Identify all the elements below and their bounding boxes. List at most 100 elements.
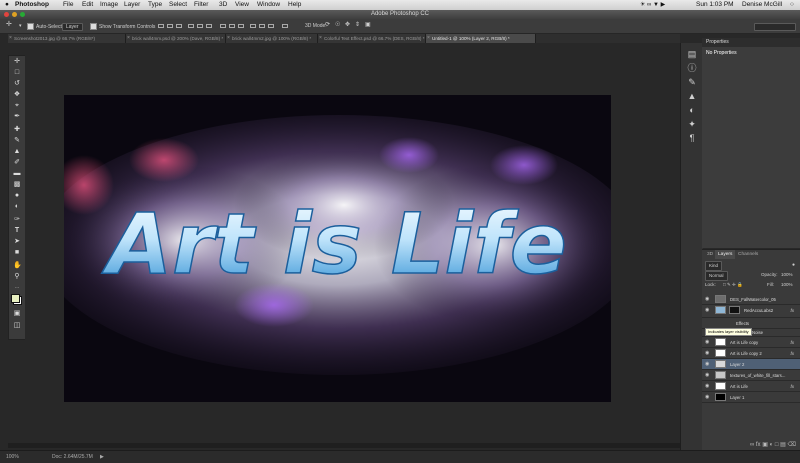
shape-tool-icon[interactable]: ■ [13,249,21,257]
paragraph-panel-icon[interactable]: ¶ [687,133,697,143]
type-tool-icon[interactable]: T [13,227,21,235]
document-size[interactable]: Doc: 2.64M/25.7M [52,451,93,463]
layer-effects-icon[interactable]: fx [790,337,794,348]
menu-file[interactable]: File [63,0,73,10]
lock-icons[interactable]: □ ✎ ✛ 🔒 [723,281,743,289]
auto-select-dropdown[interactable]: Layer [62,23,83,31]
align-bottom-icon[interactable] [176,24,182,28]
show-transform-checkbox[interactable]: Show Transform Controls [90,23,155,30]
visibility-eye-icon[interactable]: ◉ [705,373,710,378]
status-icons[interactable]: ☀ ∞ ▼ ▶ [640,0,665,10]
adjustments-panel-icon[interactable]: ◐ [687,105,697,115]
menu-help[interactable]: Help [288,0,301,10]
add-mask-icon[interactable]: ▣ [762,442,768,448]
workspace-switcher[interactable] [754,23,796,31]
distribute-right-icon[interactable] [268,24,274,28]
clone-source-icon[interactable]: ▲ [687,91,697,101]
distribute-middle-icon[interactable] [229,24,235,28]
more-tools-icon[interactable]: ⋯ [13,284,21,292]
brush-panel-icon[interactable]: ✎ [687,77,697,87]
visibility-eye-icon[interactable]: ◉ [705,340,710,345]
adjustment-layer-icon[interactable]: ◐ [770,442,774,448]
menu-layer[interactable]: Layer [124,0,140,10]
menu-view[interactable]: View [235,0,249,10]
blur-tool-icon[interactable]: ● [13,192,21,200]
visibility-eye-icon[interactable]: ◉ [705,384,710,389]
menu-window[interactable]: Window [257,0,280,10]
close-window-button[interactable] [4,12,9,17]
styles-panel-icon[interactable]: ✦ [687,119,697,129]
delete-layer-icon[interactable]: ⌫ [788,442,796,448]
3d-scale-icon[interactable]: ▣ [365,22,371,28]
tab-brick-wall-2[interactable]: × brick wall4mm2.jpg @ 100% (RGB/8) * [226,34,318,43]
tab-untitled-1[interactable]: × Untitled-1 @ 100% (Layer 2, RGB/8) * [426,34,536,43]
menu-image[interactable]: Image [100,0,118,10]
history-brush-tool-icon[interactable]: ✐ [13,159,21,167]
layer-row[interactable]: ◉ Art is Life copy fx [702,337,800,348]
3d-rotate-icon[interactable]: ⟳ [325,22,330,28]
align-right-icon[interactable] [206,24,212,28]
eyedropper-tool-icon[interactable]: ✒ [13,113,21,121]
gradient-tool-icon[interactable]: ▩ [13,181,21,189]
close-tab-icon[interactable]: × [319,34,322,43]
screen-mode-icon[interactable]: ◫ [13,322,21,330]
align-left-icon[interactable] [188,24,194,28]
distribute-center-icon[interactable] [259,24,265,28]
align-center-icon[interactable] [197,24,203,28]
visibility-eye-icon[interactable]: ◉ [705,362,710,367]
opacity-value[interactable]: 100% [781,271,793,279]
align-middle-icon[interactable] [167,24,173,28]
layer-row-selected[interactable]: ◉ Layer 2 [702,359,800,370]
visibility-eye-icon[interactable]: ◉ [705,308,710,313]
brush-tool-icon[interactable]: ✎ [13,137,21,145]
menu-filter[interactable]: Filter [194,0,208,10]
lasso-tool-icon[interactable]: ↺ [13,80,21,88]
pen-tool-icon[interactable]: ✑ [13,216,21,224]
healing-brush-tool-icon[interactable]: ✚ [13,126,21,134]
align-top-icon[interactable] [158,24,164,28]
distribute-left-icon[interactable] [250,24,256,28]
layer-row[interactable]: ◉ Art is Life fx [702,381,800,392]
new-group-icon[interactable]: □ [775,442,779,448]
layer-kind-filter[interactable]: Kind [705,261,723,271]
horizontal-scrollbar[interactable] [8,443,680,448]
visibility-eye-icon[interactable]: ◉ [705,395,710,400]
link-layers-icon[interactable]: ∞ [750,442,754,448]
quick-mask-icon[interactable]: ▣ [13,310,21,318]
zoom-tool-icon[interactable]: ⚲ [13,273,21,281]
menu-edit[interactable]: Edit [82,0,93,10]
image-canvas[interactable]: Art is Life [64,95,611,402]
menu-3d[interactable]: 3D [219,0,227,10]
tab-colorful-text[interactable]: × Colorful Text Effect.psd @ 66.7% (DES, … [318,34,426,43]
layer-row[interactable]: ◉ Layer 1 [702,392,800,403]
zoom-level[interactable]: 100% [6,451,19,463]
visibility-eye-icon[interactable]: ◉ [705,351,710,356]
history-panel-icon[interactable]: ▤ [687,49,697,59]
zoom-window-button[interactable] [20,12,25,17]
layer-effects-icon[interactable]: fx [790,348,794,359]
close-tab-icon[interactable]: × [227,34,230,43]
close-tab-icon[interactable]: × [127,34,130,43]
menu-select[interactable]: Select [169,0,187,10]
app-menu[interactable]: Photoshop [15,0,49,10]
close-tab-icon[interactable]: × [9,34,12,43]
fill-value[interactable]: 100% [781,281,793,289]
eraser-tool-icon[interactable]: ▬ [13,170,21,178]
visibility-eye-icon[interactable]: ◉ [705,297,710,302]
tab-brick-wall[interactable]: × brick wall4mm.psd @ 200% (Dave, RGB/8) … [126,34,226,43]
close-tab-icon[interactable]: × [427,34,430,43]
move-tool-icon[interactable]: ✛ [13,58,21,66]
apple-menu-icon[interactable]: ● [5,0,9,10]
layer-row[interactable]: ◉ RedAccuLabs2 fx [702,305,800,318]
status-menu-arrow-icon[interactable]: ▶ [100,451,104,463]
layer-effects-icon[interactable]: fx [790,305,794,316]
art-is-life-text[interactable]: Art is Life [100,194,567,294]
add-style-icon[interactable]: fx [756,442,761,448]
info-panel-icon[interactable]: ⓘ [687,63,697,73]
dodge-tool-icon[interactable]: ◐ [13,203,21,211]
foreground-color-swatch[interactable] [11,294,20,303]
blend-mode-dropdown[interactable]: Normal [705,271,728,281]
move-tool-icon[interactable]: ✛ [6,21,12,28]
tool-preset-chevron-icon[interactable]: ▾ [19,23,22,29]
3d-drag-icon[interactable]: ✥ [345,22,350,28]
